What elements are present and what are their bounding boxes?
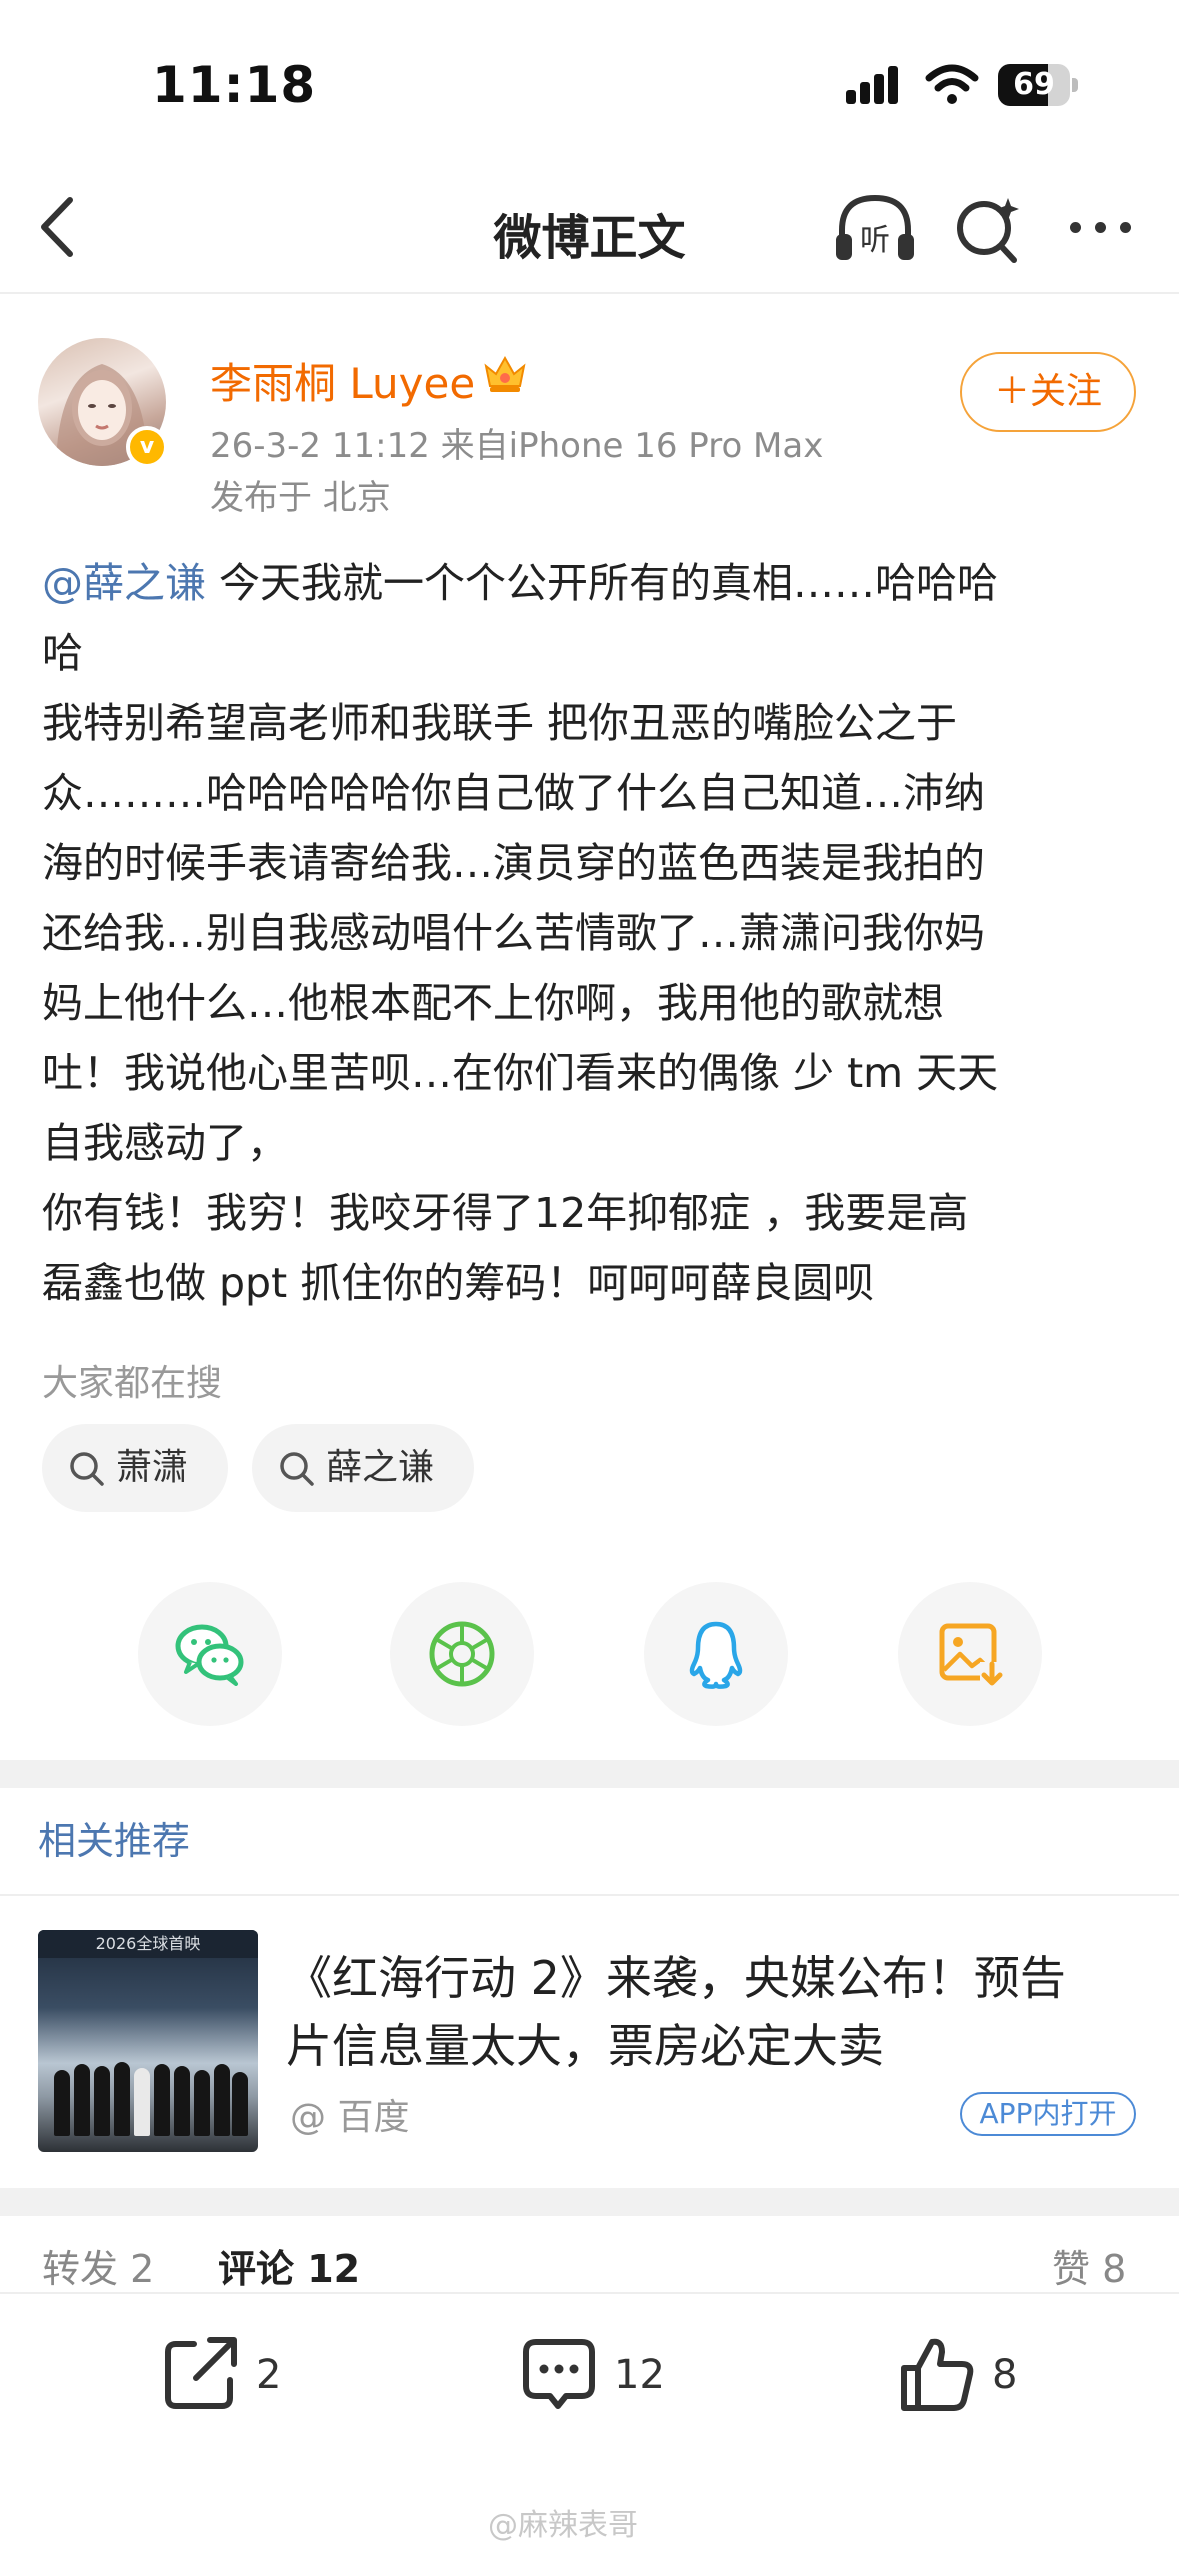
post-meta: 26-3-2 11:12 来自iPhone 16 Pro Max (210, 426, 824, 466)
repost-count: 2 (256, 2352, 282, 2398)
search-icon[interactable] (952, 190, 1024, 266)
share-moments-button[interactable] (390, 1582, 534, 1726)
post-line: 众………哈哈哈哈哈你自己做了什么自己知道…沛纳 (42, 769, 985, 817)
thumbnail-people (48, 2046, 248, 2136)
post-line: 妈上他什么…他根本配不上你啊，我用他的歌就想 (42, 979, 944, 1027)
cellular-signal-icon (846, 66, 908, 104)
share-wechat-button[interactable] (138, 1582, 282, 1726)
post-line: 我特别希望高老师和我联手 把你丑恶的嘴脸公之于 (42, 699, 958, 747)
status-time: 11:18 (152, 56, 317, 114)
related-title: 相关推荐 (38, 1819, 191, 1863)
recommendation-source: @ 百度 (290, 2097, 410, 2138)
tab-comment[interactable]: 评论 12 (218, 2238, 360, 2292)
post-line: 海的时候手表请寄给我…演员穿的蓝色西装是我拍的 (42, 839, 985, 887)
like-count: 8 (992, 2352, 1018, 2398)
section-divider (0, 2188, 1179, 2216)
wechat-icon (175, 1624, 244, 1686)
status-bar: 11:18 69 (0, 0, 1179, 160)
recommendation-thumbnail[interactable]: 2026全球首映 (38, 1930, 258, 2152)
post-line: 你有钱！我穷！我咬牙得了12年抑郁症 ，我要是高 (42, 1189, 969, 1237)
more-options-icon[interactable] (1066, 216, 1136, 240)
verified-badge-icon: v (126, 426, 168, 468)
post-line: 磊鑫也做 ppt 抓住你的筹码！呵呵呵薛良圆呗 (42, 1259, 875, 1307)
share-qq-button[interactable] (644, 1582, 788, 1726)
interaction-tabs: 转发 2 评论 12 赞 8 (0, 2220, 1179, 2292)
post-location: 发布于 北京 (210, 478, 391, 518)
nav-bar: 微博正文 听 (0, 160, 1179, 294)
open-in-app-button[interactable]: APP内打开 (960, 2092, 1136, 2136)
follow-button[interactable]: ＋关注 (960, 352, 1136, 432)
post-line: 吐！我说他心里苦呗…在你们看来的偶像 少 tm 天天 (42, 1049, 999, 1097)
crown-vip-icon (484, 355, 526, 392)
save-image-icon (939, 1623, 1004, 1686)
qq-icon (689, 1621, 743, 1689)
post-line: 哈 (42, 629, 83, 677)
thumbnail-caption: 2026全球首映 (38, 1930, 258, 1958)
comment-count: 12 (614, 2352, 665, 2398)
recommendation-title[interactable]: 《红海行动 2》来袭，央媒公布！预告 片信息量太大，票房必定大卖 (286, 1944, 1146, 2080)
tab-like[interactable]: 赞 8 (1052, 2238, 1126, 2292)
watermark: @麻辣表哥 (488, 2508, 638, 2543)
search-icon (70, 1452, 104, 1486)
comment-icon (523, 2339, 595, 2409)
post-line: 自我感动了， (42, 1119, 288, 1167)
thumbs-up-icon (901, 2338, 974, 2411)
section-divider (0, 1760, 1179, 1788)
battery-icon: 69 (998, 64, 1078, 106)
search-icon (280, 1452, 314, 1486)
tab-repost[interactable]: 转发 2 (42, 2238, 154, 2292)
battery-percent: 69 (1013, 67, 1055, 102)
save-image-button[interactable] (898, 1582, 1042, 1726)
wifi-icon (925, 64, 979, 104)
mention-link[interactable]: @薛之谦 (42, 559, 206, 607)
post-body: @薛之谦 今天我就一个个公开所有的真相……哈哈哈 哈 我特别希望高老师和我联手 … (42, 548, 1142, 1318)
headphones-listen-icon[interactable]: 听 (832, 190, 918, 266)
post-line: @薛之谦 今天我就一个个公开所有的真相……哈哈哈 (42, 559, 999, 607)
author-name[interactable]: 李雨桐 Luyee (210, 350, 475, 411)
trending-search-title: 大家都在搜 (42, 1363, 223, 1404)
listen-label: 听 (860, 223, 890, 258)
search-chip[interactable]: 萧潇 (42, 1424, 228, 1512)
moments-icon (429, 1621, 495, 1687)
divider (0, 1894, 1179, 1896)
search-chip[interactable]: 薛之谦 (252, 1424, 474, 1512)
post-line: 还给我…别自我感动唱什么苦情歌了…萧潇问我你妈 (42, 909, 985, 957)
repost-icon (165, 2337, 237, 2409)
